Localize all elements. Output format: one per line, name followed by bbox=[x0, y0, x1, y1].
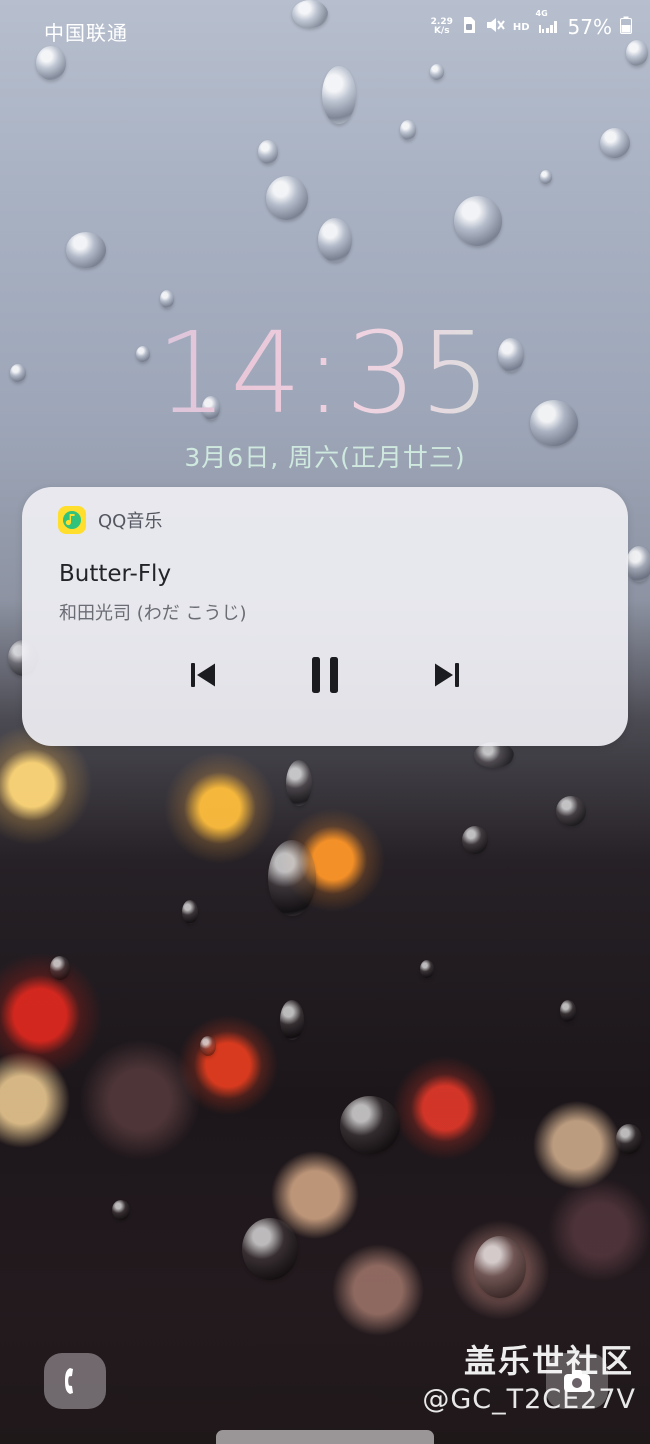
media-player-card[interactable]: QQ音乐 Butter-Fly 和田光司 (わだ こうじ) bbox=[22, 487, 628, 746]
network-speed: 2.29 K/s bbox=[430, 17, 453, 36]
watermark-handle: @GC_T2CE27V bbox=[422, 1384, 636, 1415]
mute-icon bbox=[485, 15, 505, 39]
lock-date: 3月6日, 周六(正月廿三) bbox=[184, 443, 466, 472]
signal-icon: 4G bbox=[536, 9, 560, 39]
hd-label: HD bbox=[512, 21, 530, 33]
next-button[interactable] bbox=[423, 651, 471, 699]
status-icons: 2.29 K/s HD 4G 57% bbox=[430, 9, 632, 39]
next-icon bbox=[435, 663, 459, 687]
pause-icon bbox=[312, 657, 338, 693]
track-artist: 和田光司 (わだ こうじ) bbox=[59, 603, 247, 624]
media-app-name: QQ音乐 bbox=[98, 511, 163, 532]
carrier-name: 中国联通 bbox=[44, 21, 128, 45]
home-indicator[interactable] bbox=[216, 1430, 434, 1444]
previous-icon bbox=[191, 663, 215, 687]
media-app-header: QQ音乐 bbox=[58, 506, 162, 534]
status-bar: 中国联通 2.29 K/s HD 4G 57% bbox=[0, 0, 650, 60]
phone-shortcut[interactable] bbox=[44, 1353, 106, 1409]
battery-percent: 57% bbox=[567, 15, 612, 39]
lock-clock: 14:35 bbox=[0, 318, 650, 430]
pause-button[interactable] bbox=[301, 651, 349, 699]
qq-music-icon bbox=[58, 506, 86, 534]
sim-icon bbox=[461, 15, 477, 39]
previous-button[interactable] bbox=[179, 651, 227, 699]
battery-icon bbox=[620, 15, 632, 39]
track-title: Butter-Fly bbox=[59, 561, 172, 587]
phone-icon bbox=[65, 1368, 73, 1394]
media-controls bbox=[22, 651, 628, 699]
watermark-title: 盖乐世社区 bbox=[463, 1342, 634, 1380]
